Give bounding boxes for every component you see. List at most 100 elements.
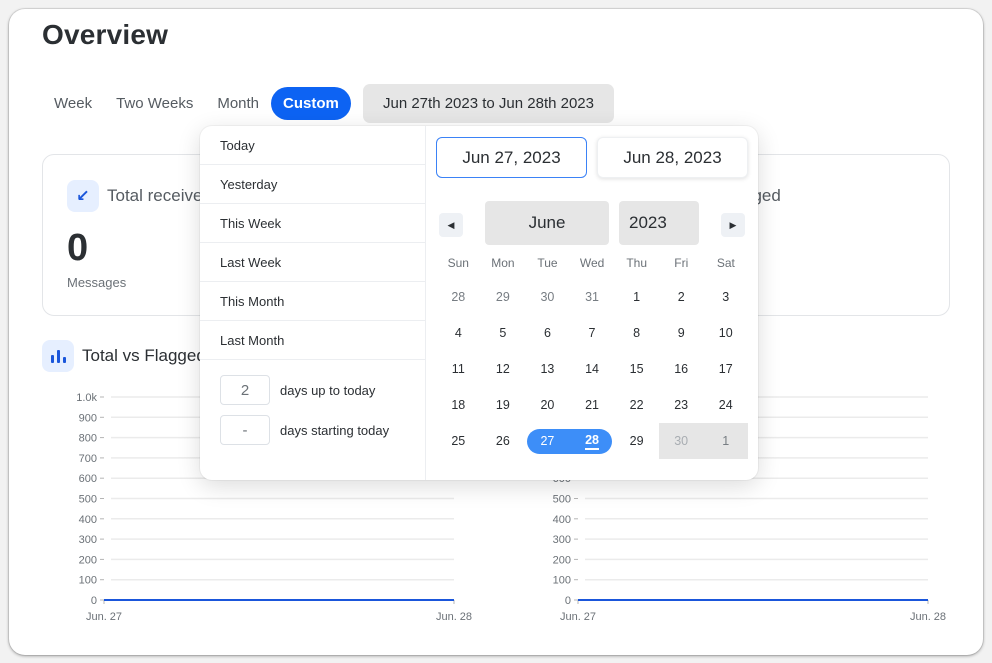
day-cell[interactable]: 5 [481, 315, 526, 351]
y-tick-label: 1.0k [76, 392, 97, 404]
y-tick-label: 600 [79, 473, 97, 485]
day-cell-range-start[interactable]: 27 [525, 423, 570, 459]
day-cell[interactable]: 14 [570, 351, 615, 387]
day-cell[interactable]: 21 [570, 387, 615, 423]
bar-chart-icon [42, 340, 74, 372]
total-received-unit: Messages [67, 275, 127, 290]
day-cell[interactable]: 1 [614, 279, 659, 315]
day-cell-range-end-today[interactable]: 28 [570, 423, 615, 459]
arrow-down-left-icon: ↙ [67, 180, 99, 212]
y-tick-label: 100 [79, 575, 97, 587]
total-received-label: Total received [107, 186, 212, 205]
day-cell[interactable]: 12 [481, 351, 526, 387]
y-tick-label: 500 [553, 494, 571, 506]
caret-left-icon[interactable]: ◀ [439, 213, 463, 237]
month-select[interactable]: June [485, 201, 609, 245]
preset-yesterday[interactable]: Yesterday [200, 165, 425, 204]
y-tick-label: 900 [79, 412, 97, 424]
y-tick-label: 500 [79, 494, 97, 506]
tab-custom[interactable]: Custom [271, 87, 351, 120]
start-date-input[interactable]: Jun 27, 2023 [436, 137, 587, 178]
y-tick-label: 800 [79, 433, 97, 445]
day-grid: 28 29 30 31 1 2 3 4 5 6 7 8 9 10 11 12 1… [436, 279, 749, 459]
preset-last-week[interactable]: Last Week [200, 243, 425, 282]
day-cell[interactable]: 13 [525, 351, 570, 387]
y-tick-label: 300 [79, 534, 97, 546]
date-range-button[interactable]: Jun 27th 2023 to Jun 28th 2023 [363, 84, 614, 123]
day-cell[interactable]: 18 [436, 387, 481, 423]
day-cell[interactable]: 28 [436, 279, 481, 315]
x-tick-label: Jun. 27 [86, 611, 122, 623]
total-received-value: 0 [67, 227, 89, 269]
day-cell-disabled: 1 [703, 423, 749, 459]
day-cell[interactable]: 15 [614, 351, 659, 387]
preset-this-month[interactable]: This Month [200, 282, 425, 321]
y-tick-label: 300 [553, 534, 571, 546]
caret-right-icon[interactable]: ▶ [721, 213, 745, 237]
preset-this-week[interactable]: This Week [200, 204, 425, 243]
day-cell[interactable]: 29 [481, 279, 526, 315]
day-cell[interactable]: 8 [614, 315, 659, 351]
day-cell-disabled: 30 [658, 423, 704, 459]
today-label: 28 [585, 433, 599, 450]
day-cell[interactable]: 2 [659, 279, 704, 315]
day-cell[interactable]: 4 [436, 315, 481, 351]
weekday-label: Sun [447, 256, 469, 270]
weekday-label: Wed [579, 256, 605, 270]
y-tick-label: 200 [553, 554, 571, 566]
y-tick-label: 400 [79, 514, 97, 526]
preset-last-month[interactable]: Last Month [200, 321, 425, 360]
day-cell[interactable]: 11 [436, 351, 481, 387]
calendar: Jun 27, 2023 Jun 28, 2023 ◀ June 2023 ▶ … [426, 126, 758, 480]
day-cell[interactable]: 10 [703, 315, 748, 351]
week-row: 11 12 13 14 15 16 17 [436, 351, 748, 387]
days-up-to-today-label: days up to today [280, 382, 376, 398]
day-cell[interactable]: 26 [481, 423, 526, 459]
day-cell[interactable]: 17 [703, 351, 748, 387]
day-cell[interactable]: 7 [570, 315, 615, 351]
weekday-label: Tue [537, 256, 558, 270]
days-starting-today-input[interactable]: - [220, 415, 270, 445]
weekday-label: Fri [674, 256, 689, 270]
section-title: Total vs Flagged [82, 346, 206, 365]
days-starting-today-label: days starting today [280, 422, 390, 438]
day-cell[interactable]: 24 [703, 387, 748, 423]
day-cell[interactable]: 23 [659, 387, 704, 423]
tab-two-weeks[interactable]: Two Weeks [104, 87, 205, 120]
day-cell[interactable]: 25 [436, 423, 481, 459]
end-date-input[interactable]: Jun 28, 2023 [597, 137, 748, 178]
preset-today[interactable]: Today [200, 126, 425, 165]
section-header: Total vs Flagged [42, 340, 206, 372]
day-cell[interactable]: 31 [570, 279, 615, 315]
week-row: 28 29 30 31 1 2 3 [436, 279, 748, 315]
week-row: 4 5 6 7 8 9 10 [436, 315, 748, 351]
day-cell[interactable]: 19 [481, 387, 526, 423]
day-cell[interactable]: 20 [525, 387, 570, 423]
weekday-header: Sun Mon Tue Wed Thu Fri Sat [436, 256, 748, 270]
y-tick-label: 0 [91, 595, 97, 607]
x-tick-label: Jun. 28 [910, 611, 946, 623]
y-tick-label: 0 [565, 595, 571, 607]
day-cell[interactable]: 3 [703, 279, 748, 315]
range-tabs: Week Two Weeks Month Custom [42, 87, 351, 120]
date-picker-popup: Today Yesterday This Week Last Week This… [200, 126, 758, 480]
x-tick-label: Jun. 28 [436, 611, 472, 623]
day-cell[interactable]: 6 [525, 315, 570, 351]
y-tick-label: 700 [79, 453, 97, 465]
tab-month[interactable]: Month [205, 87, 271, 120]
day-cell[interactable]: 9 [659, 315, 704, 351]
weekday-label: Thu [626, 256, 648, 270]
y-tick-label: 200 [79, 554, 97, 566]
day-cell[interactable]: 16 [659, 351, 704, 387]
page-title: Overview [42, 19, 169, 50]
day-cell[interactable]: 29 [614, 423, 659, 459]
year-select[interactable]: 2023 [619, 201, 699, 245]
days-up-to-today-input[interactable]: 2 [220, 375, 270, 405]
weekday-label: Sat [716, 256, 735, 270]
week-row: 18 19 20 21 22 23 24 [436, 387, 748, 423]
tab-week[interactable]: Week [42, 87, 104, 120]
x-tick-label: Jun. 27 [560, 611, 596, 623]
y-tick-label: 100 [553, 575, 571, 587]
day-cell[interactable]: 30 [525, 279, 570, 315]
day-cell[interactable]: 22 [614, 387, 659, 423]
